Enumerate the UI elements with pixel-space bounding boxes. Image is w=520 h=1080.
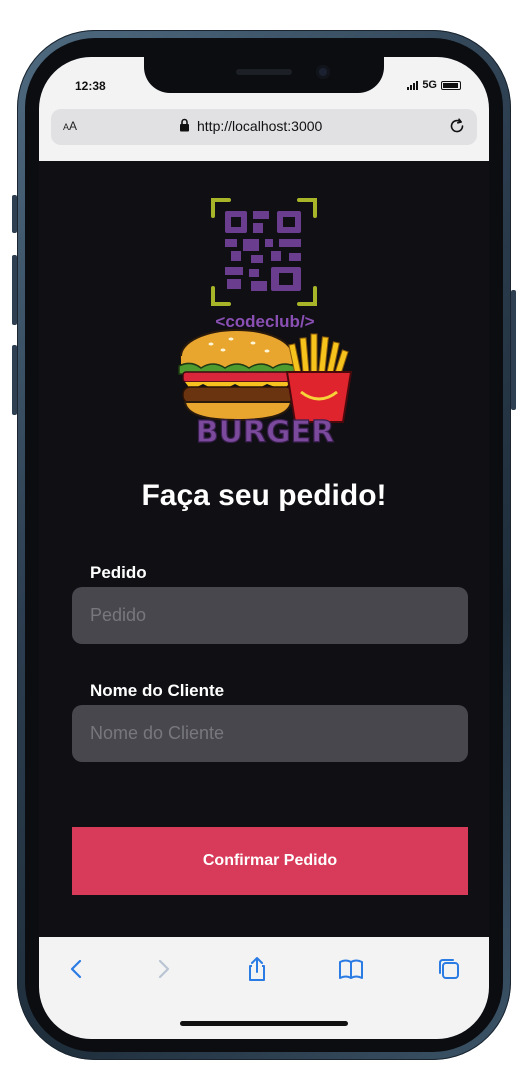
- address-bar[interactable]: AA http://localhost:3000: [51, 109, 477, 145]
- bookmarks-icon[interactable]: [337, 955, 365, 983]
- text-size-button[interactable]: AA: [63, 119, 77, 133]
- logo-burger-text: BURGER: [196, 415, 335, 446]
- share-icon[interactable]: [243, 955, 271, 983]
- volume-button-up: [12, 195, 17, 233]
- signal-icon: [407, 80, 419, 90]
- network-label: 5G: [422, 79, 437, 91]
- volume-button-lower: [12, 345, 17, 415]
- browser-top-chrome: 12:38 5G AA http://localhost:3000: [39, 57, 489, 161]
- back-icon[interactable]: [63, 955, 91, 983]
- home-indicator[interactable]: [180, 1021, 348, 1026]
- codeclub-burger-logo: <codeclub/> BURGER: [178, 198, 353, 446]
- phone-screen: 12:38 5G AA http://localhost:3000 <codec…: [39, 57, 489, 1039]
- web-page: <codeclub/> BURGER Faça seu pedido! Pedi…: [39, 161, 489, 937]
- battery-icon: [441, 80, 461, 90]
- client-name-label: Nome do Cliente: [90, 681, 225, 700]
- power-button: [511, 290, 516, 410]
- tabs-icon[interactable]: [435, 955, 463, 983]
- order-label: Pedido: [90, 563, 147, 582]
- browser-toolbar: [39, 937, 489, 1039]
- url-text[interactable]: http://localhost:3000: [197, 118, 322, 134]
- status-indicators: 5G: [407, 79, 461, 91]
- confirm-order-button[interactable]: Confirmar Pedido: [72, 827, 468, 895]
- status-time: 12:38: [75, 79, 106, 93]
- front-camera: [316, 65, 330, 79]
- forward-icon[interactable]: [149, 955, 177, 983]
- burger-illustration: [178, 329, 298, 422]
- client-name-input[interactable]: [72, 705, 468, 762]
- volume-button-down: [12, 255, 17, 325]
- speaker: [236, 69, 292, 75]
- reload-icon[interactable]: [447, 116, 467, 136]
- page-title: Faça seu pedido!: [141, 479, 387, 512]
- notch: [144, 57, 384, 93]
- order-input[interactable]: [72, 587, 468, 644]
- logo-brand-text: <codeclub/>: [215, 312, 314, 331]
- fries-illustration: [285, 333, 353, 423]
- lock-icon: [180, 118, 189, 132]
